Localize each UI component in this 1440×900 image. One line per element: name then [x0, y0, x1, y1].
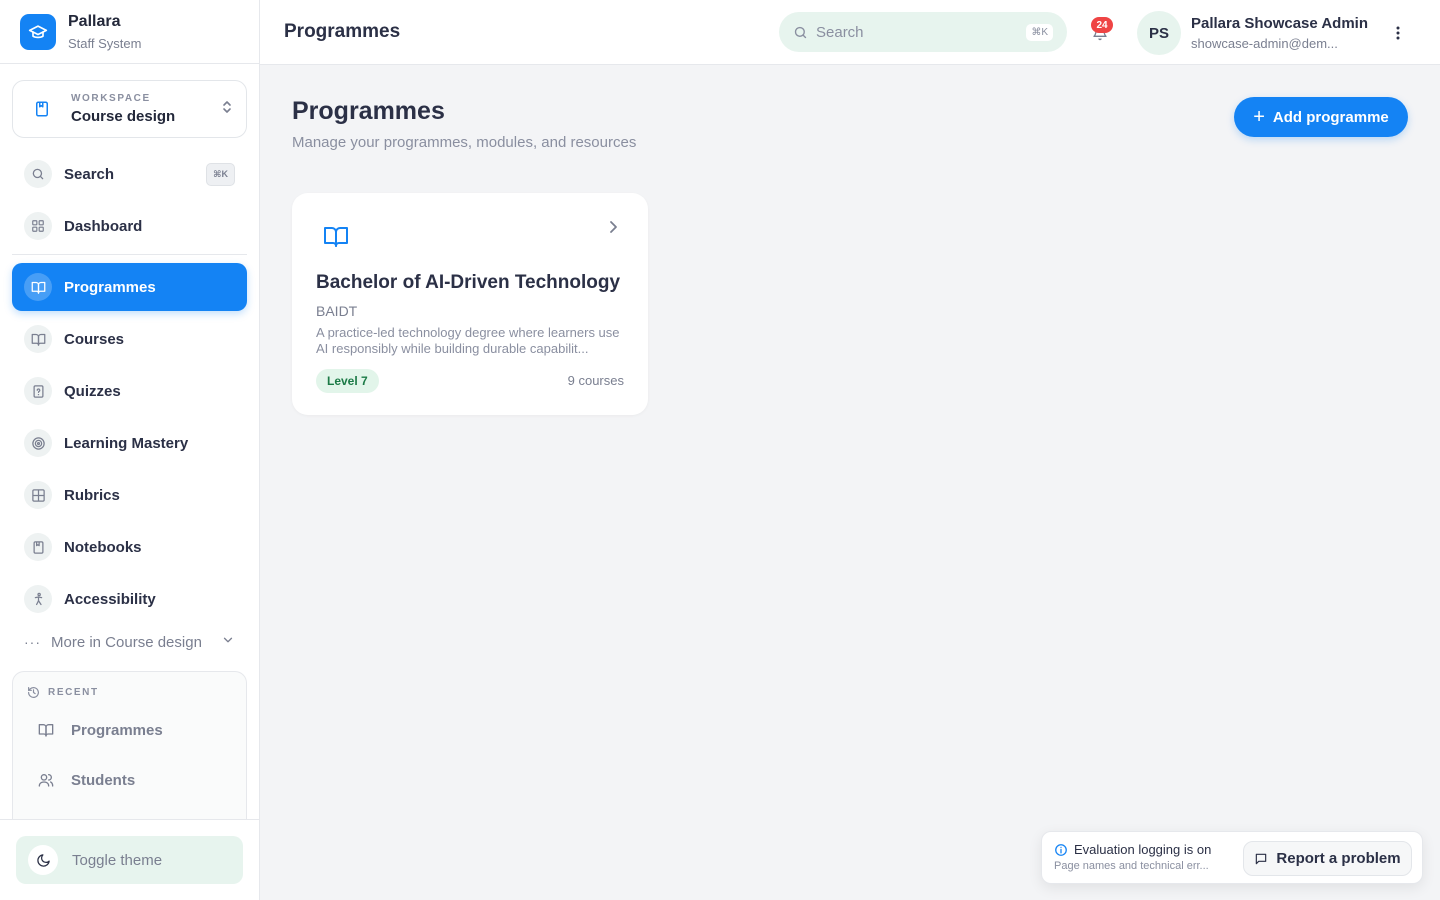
programme-title: Bachelor of AI-Driven Technology	[316, 272, 621, 293]
search-input[interactable]: Search ⌘K	[779, 12, 1067, 52]
graduation-cap-icon	[20, 13, 56, 50]
brand-header: Pallara Staff System	[0, 0, 259, 64]
sidebar-item-label: Programmes	[64, 278, 156, 296]
recent-header: RECENT	[13, 672, 246, 699]
sidebar-item-label: Quizzes	[64, 382, 121, 400]
sidebar-item-programmes[interactable]: Programmes	[12, 263, 247, 311]
chevron-down-icon	[221, 633, 235, 651]
toggle-theme-label: Toggle theme	[72, 851, 163, 869]
brand-subtitle: Staff System	[68, 35, 142, 51]
report-problem-label: Report a problem	[1276, 850, 1401, 867]
sidebar-item-search[interactable]: Search ⌘K	[12, 150, 247, 198]
sidebar-item-label: Notebooks	[64, 538, 142, 556]
toast-title: Evaluation logging is on	[1054, 842, 1211, 857]
page-subtitle: Manage your programmes, modules, and res…	[292, 134, 637, 151]
page-title: Programmes	[292, 97, 445, 125]
sidebar: Pallara Staff System WORKSPACE Course de…	[0, 0, 260, 900]
notebook-icon	[24, 533, 52, 561]
accessibility-icon	[24, 585, 52, 613]
recent-label: RECENT	[48, 687, 99, 698]
search-icon	[793, 25, 808, 40]
user-email: showcase-admin@dem...	[1191, 36, 1338, 51]
level-badge: Level 7	[316, 369, 379, 393]
search-icon	[24, 160, 52, 188]
notifications-count-badge: 24	[1091, 17, 1113, 33]
more-vertical-icon[interactable]	[1388, 22, 1408, 44]
moon-icon	[28, 845, 58, 875]
chevron-up-down-icon	[220, 99, 234, 120]
sidebar-item-learning-mastery[interactable]: Learning Mastery	[12, 419, 247, 467]
programme-card[interactable]: Bachelor of AI-Driven Technology BAIDT A…	[292, 193, 648, 415]
grid-check-icon	[24, 481, 52, 509]
sidebar-item-accessibility[interactable]: Accessibility	[12, 575, 247, 623]
history-icon	[27, 686, 40, 699]
sidebar-item-dashboard[interactable]: Dashboard	[12, 202, 247, 250]
sidebar-item-label: Accessibility	[64, 590, 156, 608]
nav-divider	[12, 254, 247, 255]
more-in-workspace-toggle[interactable]: ··· More in Course design	[0, 627, 259, 657]
sidebar-item-rubrics[interactable]: Rubrics	[12, 471, 247, 519]
recent-item-label: Programmes	[71, 721, 163, 739]
sidebar-item-label: Courses	[64, 330, 125, 348]
course-count: 9 courses	[567, 373, 624, 388]
more-label: More in Course design	[51, 633, 202, 651]
toggle-theme-button[interactable]: Toggle theme	[16, 836, 243, 884]
search-shortcut: ⌘K	[1026, 23, 1053, 41]
more-horizontal-icon: ···	[24, 634, 41, 650]
toast-subtitle: Page names and technical err...	[1054, 860, 1209, 872]
toast-title-text: Evaluation logging is on	[1074, 842, 1212, 857]
file-question-icon	[24, 377, 52, 405]
info-icon	[1054, 843, 1068, 857]
sidebar-item-notebooks[interactable]: Notebooks	[12, 523, 247, 571]
plus-icon: +	[1253, 106, 1265, 128]
sidebar-nav: Search ⌘K Dashboard Programmes Courses Q…	[0, 150, 259, 623]
search-placeholder: Search	[816, 23, 864, 41]
report-problem-button[interactable]: Report a problem	[1243, 841, 1412, 876]
recent-section: RECENT Programmes Students	[12, 671, 247, 821]
sidebar-footer: Toggle theme	[0, 819, 259, 900]
recent-item-programmes[interactable]: Programmes	[13, 705, 246, 755]
dashboard-icon	[24, 212, 52, 240]
sidebar-item-label: Search	[64, 165, 115, 183]
sidebar-item-quizzes[interactable]: Quizzes	[12, 367, 247, 415]
top-bar: Programmes Search ⌘K 24 PS Pallara Showc…	[260, 0, 1440, 65]
book-open-icon	[37, 722, 55, 738]
workspace-switcher[interactable]: WORKSPACE Course design	[12, 80, 247, 138]
add-programme-button[interactable]: + Add programme	[1234, 97, 1408, 137]
workspace-label: WORKSPACE	[71, 93, 151, 104]
avatar[interactable]: PS	[1137, 11, 1181, 55]
users-icon	[37, 772, 55, 788]
user-info[interactable]: Pallara Showcase Admin showcase-admin@de…	[1191, 15, 1381, 51]
add-programme-label: Add programme	[1272, 108, 1389, 126]
search-shortcut: ⌘K	[206, 162, 235, 186]
top-bar-title: Programmes	[284, 21, 401, 42]
programme-code: BAIDT	[316, 303, 358, 319]
sidebar-item-courses[interactable]: Courses	[12, 315, 247, 363]
book-open-icon	[24, 325, 52, 353]
brand-name: Pallara	[68, 12, 121, 30]
notebook-icon	[31, 98, 53, 120]
evaluation-logging-toast: Evaluation logging is on Page names and …	[1041, 831, 1423, 884]
book-open-icon	[324, 226, 348, 253]
workspace-name: Course design	[71, 108, 176, 125]
chevron-right-icon[interactable]	[608, 220, 618, 239]
recent-item-label: Students	[71, 771, 136, 789]
recent-item-students[interactable]: Students	[13, 755, 246, 805]
user-name: Pallara Showcase Admin	[1191, 15, 1369, 32]
target-icon	[24, 429, 52, 457]
message-square-icon	[1254, 852, 1268, 866]
sidebar-item-label: Dashboard	[64, 217, 143, 235]
programme-description: A practice-led technology degree where l…	[316, 325, 620, 356]
book-open-icon	[24, 273, 52, 301]
sidebar-item-label: Learning Mastery	[64, 434, 189, 452]
sidebar-item-label: Rubrics	[64, 486, 120, 504]
